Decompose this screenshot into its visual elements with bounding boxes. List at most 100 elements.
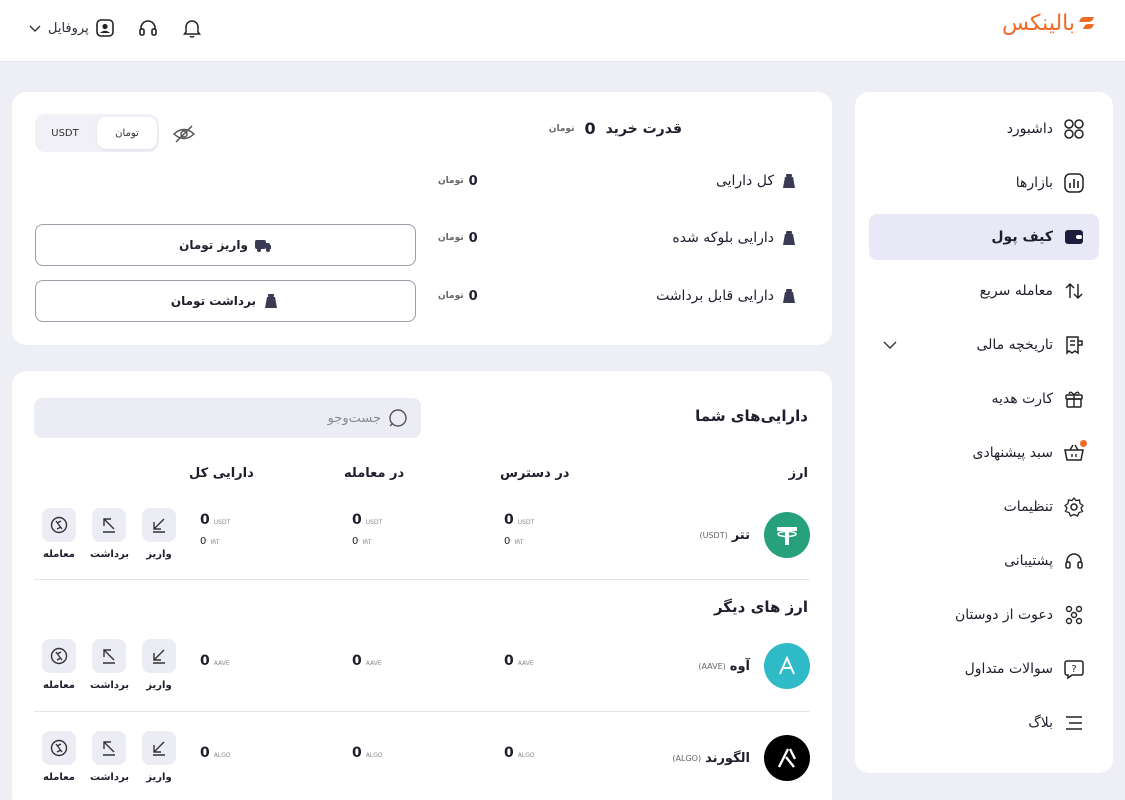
blocked-assets-label: دارایی بلوکه شده <box>672 230 774 246</box>
bell-icon[interactable] <box>181 17 203 39</box>
available-value: 0 <box>504 653 514 669</box>
in-trade-cell: 0 USDT 0 IRT <box>352 512 422 547</box>
sidebar-item-blog[interactable]: بلاگ <box>869 700 1099 746</box>
deposit-button[interactable] <box>142 639 176 673</box>
sidebar-item-label: تنظیمات <box>1003 499 1053 515</box>
trade-coin-icon <box>49 515 69 535</box>
trade-coin-icon <box>49 646 69 666</box>
column-header-available: در دسترس <box>500 466 570 481</box>
deposit-arrow-icon <box>150 647 168 665</box>
table-row: الگورند (ALGO) 0 ALGO 0 ALGO 0 ALGO واریز ب… <box>34 729 810 800</box>
trade-button[interactable] <box>42 508 76 542</box>
search-input[interactable] <box>81 410 381 426</box>
sidebar-item-support[interactable]: پشتیبانی <box>869 538 1099 584</box>
in-trade-unit: AAVE <box>365 660 382 667</box>
trade-button[interactable] <box>42 639 76 673</box>
sidebar-item-markets[interactable]: بازارها <box>869 160 1099 206</box>
deposit-button[interactable] <box>142 508 176 542</box>
trade-action[interactable]: معامله <box>40 508 78 560</box>
blocked-assets-row: دارایی بلوکه شده تومان 0 <box>438 229 798 247</box>
withdraw-label: برداشت <box>90 680 129 691</box>
user-icon <box>95 18 115 38</box>
total-unit: AAVE <box>213 660 230 667</box>
purchase-power-value: 0 <box>584 119 596 138</box>
deposit-action[interactable]: واریز <box>140 731 178 783</box>
withdraw-action[interactable]: برداشت <box>90 639 129 691</box>
deposit-label: واریز <box>146 549 172 560</box>
asset-search[interactable] <box>34 398 421 438</box>
trade-label: معامله <box>43 680 75 691</box>
sidebar-item-label: کیف پول <box>991 229 1053 245</box>
withdraw-toman-label: برداشت تومان <box>170 294 257 308</box>
row-divider <box>34 711 810 712</box>
sidebar-item-financial-history[interactable]: تاریخچه مالی <box>869 322 1099 368</box>
assets-card: دارایی‌های شما ارز در دسترس در معامله دا… <box>12 371 832 800</box>
available-unit: ALGO <box>517 752 535 759</box>
wallet-icon <box>1063 226 1085 248</box>
profile-menu[interactable]: پروفایل <box>28 18 115 38</box>
usdt-coin-icon <box>764 512 810 558</box>
chevron-down-icon[interactable] <box>881 336 899 354</box>
toggle-option-usdt[interactable]: USDT <box>35 117 95 149</box>
coin-name: تتر <box>731 528 750 543</box>
sidebar-item-quick-trade[interactable]: معامله سریع <box>869 268 1099 314</box>
total-cell: 0 USDT 0 IRT <box>200 512 270 547</box>
total-unit: ALGO <box>213 752 231 759</box>
invite-icon <box>1063 604 1085 626</box>
trade-button[interactable] <box>42 731 76 765</box>
deposit-action[interactable]: واریز <box>140 508 178 560</box>
sidebar-item-settings[interactable]: تنظیمات <box>869 484 1099 530</box>
withdraw-button[interactable] <box>92 508 126 542</box>
total-assets-value: 0 <box>468 173 478 189</box>
top-actions: پروفایل <box>28 14 203 42</box>
total-unit: USDT <box>213 519 231 526</box>
deposit-label: واریز <box>146 772 172 783</box>
purchase-power-label: قدرت خرید <box>605 120 682 137</box>
available-cell: 0 AAVE <box>504 653 574 669</box>
algo-coin-icon <box>764 735 810 781</box>
blocked-assets-value: 0 <box>468 230 478 246</box>
sidebar-item-label: بازارها <box>1015 175 1053 191</box>
total-value: 0 <box>200 745 210 761</box>
deposit-action[interactable]: واریز <box>140 639 178 691</box>
toggle-option-toman[interactable]: تومان <box>97 117 157 149</box>
trade-action[interactable]: معامله <box>40 731 78 783</box>
money-bag-icon <box>780 172 798 190</box>
hide-balance-icon[interactable] <box>172 122 196 146</box>
blocked-assets-unit: تومان <box>438 233 464 243</box>
deposit-arrow-icon <box>150 739 168 757</box>
row-divider <box>34 579 810 580</box>
withdraw-label: برداشت <box>90 772 129 783</box>
sidebar-item-gift-card[interactable]: کارت هدیه <box>869 376 1099 422</box>
deposit-toman-button[interactable]: واریز تومان <box>35 224 416 266</box>
currency-toggle: USDT تومان <box>35 114 159 152</box>
money-bag-icon <box>262 292 280 310</box>
coin-code: (AAVE) <box>698 662 726 671</box>
irt-unit: IRT <box>210 539 220 546</box>
sidebar-item-wallet[interactable]: کیف پول <box>869 214 1099 260</box>
sidebar-item-suggested-basket[interactable]: سبد پیشنهادی <box>869 430 1099 476</box>
withdraw-action[interactable]: برداشت <box>90 508 129 560</box>
headset-icon[interactable] <box>137 17 159 39</box>
available-unit: USDT <box>517 519 535 526</box>
withdraw-button[interactable] <box>92 731 126 765</box>
trade-action[interactable]: معامله <box>40 639 78 691</box>
withdrawable-assets-unit: تومان <box>438 291 464 301</box>
search-icon <box>387 407 409 429</box>
sidebar-item-invite-friends[interactable]: دعوت از دوستان <box>869 592 1099 638</box>
deposit-truck-icon <box>254 237 272 253</box>
brand-logo[interactable]: بالینکس <box>1002 8 1093 38</box>
sidebar-item-label: معامله سریع <box>979 283 1053 299</box>
withdraw-label: برداشت <box>90 549 129 560</box>
blog-icon <box>1063 712 1085 734</box>
withdraw-button[interactable] <box>92 639 126 673</box>
withdraw-action[interactable]: برداشت <box>90 731 129 783</box>
deposit-toman-label: واریز تومان <box>179 238 248 252</box>
sidebar-item-label: سوالات متداول <box>964 661 1053 677</box>
sidebar-item-label: تاریخچه مالی <box>976 337 1053 353</box>
sidebar-item-dashboard[interactable]: داشبورد <box>869 106 1099 152</box>
withdraw-toman-button[interactable]: برداشت تومان <box>35 280 416 322</box>
deposit-button[interactable] <box>142 731 176 765</box>
in-trade-value: 0 <box>352 745 362 761</box>
sidebar-item-faq[interactable]: ? سوالات متداول <box>869 646 1099 692</box>
